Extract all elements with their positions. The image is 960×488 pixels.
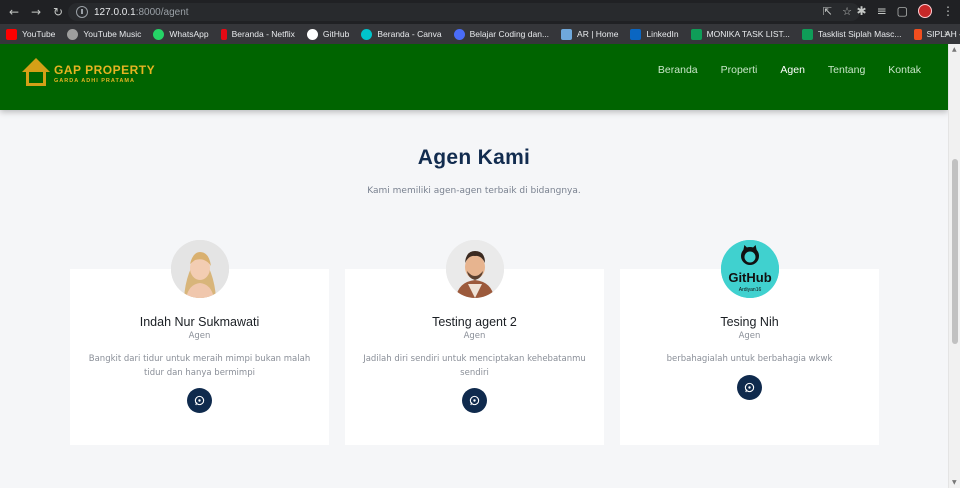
reading-list-icon[interactable]: ≡ [877,4,887,18]
back-arrow-icon[interactable]: ← [6,4,22,20]
github-logo-text: GitHub [728,270,771,285]
bookmark-belajar-coding[interactable]: Belajar Coding dan... [453,28,549,40]
address-bar[interactable]: 127.0.0.1:8000/agent ⇱ ☆ [68,3,860,21]
scroll-up-icon[interactable]: ▲ [952,46,957,53]
bookmark-figma[interactable]: SIPLAH – Figma [913,28,960,40]
sheets-icon [690,28,702,40]
man-photo-icon [446,240,504,298]
agent-name: Indah Nur Sukmawati [139,315,260,329]
side-panel-icon[interactable]: ▢ [897,4,908,18]
url-text: 127.0.0.1:8000/agent [94,6,189,18]
bookmark-canva[interactable]: Beranda - Canva [361,28,442,40]
bookmark-tasklist[interactable]: Tasklist Siplah Masc... [801,28,902,40]
bookmark-youtube[interactable]: YouTube [6,28,55,40]
bookmark-whatsapp[interactable]: WhatsApp [153,28,209,40]
github-icon [306,28,318,40]
agent-photo [446,240,504,298]
reload-icon[interactable]: ↻ [50,4,66,20]
agent-role: Agen [463,331,486,341]
logo-title: GAP PROPERTY [54,62,156,77]
github-username: Ardiyan16 [739,287,762,293]
menu-kebab-icon[interactable]: ⋮ [942,4,954,18]
bookmark-monika[interactable]: MONIKA TASK LIST... [690,28,790,40]
agent-name: Testing agent 2 [432,315,517,329]
page-viewport: GAP PROPERTY GARDA ADHI PRATAMA Beranda … [0,44,948,488]
netflix-icon [220,28,227,40]
whatsapp-button[interactable] [737,375,762,400]
sheets-icon [801,28,813,40]
agent-name: Tesing Nih [720,315,779,329]
linkedin-icon [630,28,642,40]
extensions-icon[interactable]: ✱ [857,4,867,18]
nav-beranda[interactable]: Beranda [658,64,698,76]
bookmarks-bar: YouTube YouTube Music WhatsApp Beranda -… [0,24,960,44]
bookmark-linkedin[interactable]: LinkedIn [630,28,679,40]
agent-photo [171,240,229,298]
nav-kontak[interactable]: Kontak [888,64,921,76]
bookmark-netflix[interactable]: Beranda - Netflix [220,28,295,40]
whatsapp-icon [469,395,480,406]
page-scrollbar[interactable]: ▲ ▼ [948,44,960,488]
agent-bio: Jadilah diri sendiri untuk menciptakan k… [363,354,586,378]
page-title: Agen Kami [417,146,531,169]
nav-agen[interactable]: Agen [780,64,805,76]
profile-avatar[interactable] [918,4,932,18]
bookmark-youtube-music[interactable]: YouTube Music [67,28,141,40]
whatsapp-icon [744,382,755,393]
whatsapp-icon [194,395,205,406]
main-nav: Beranda Properti Agen Tentang Kontak [658,64,921,76]
star-icon[interactable]: ☆ [842,5,852,18]
ar-icon [561,28,573,40]
woman-photo-icon [171,240,229,298]
agent-role: Agen [188,331,211,341]
house-logo-icon [22,58,50,88]
agent-photo: GitHub Ardiyan16 [721,240,779,298]
dicoding-icon [453,28,465,40]
site-header: GAP PROPERTY GARDA ADHI PRATAMA Beranda … [0,44,948,110]
nav-properti[interactable]: Properti [721,64,758,76]
whatsapp-button[interactable] [187,388,212,413]
agent-bio: Bangkit dari tidur untuk meraih mimpi bu… [88,354,311,378]
nav-tentang[interactable]: Tentang [828,64,865,76]
browser-toolbar: ← → ↻ 127.0.0.1:8000/agent ⇱ ☆ ✱ ≡ ▢ ⋮ [0,0,960,24]
figma-icon [913,28,922,40]
logo-subtitle: GARDA ADHI PRATAMA [54,77,135,84]
agent-bio: berbahagialah untuk berbahagia wkwk [666,354,833,364]
whatsapp-button[interactable] [462,388,487,413]
bookmarks-overflow-icon[interactable]: » [944,28,950,39]
youtube-music-icon [67,28,79,40]
site-logo[interactable]: GAP PROPERTY GARDA ADHI PRATAMA [22,58,155,88]
scrollbar-thumb[interactable] [952,159,958,344]
whatsapp-icon [153,28,165,40]
github-logo-icon: GitHub Ardiyan16 [721,240,779,298]
agent-role: Agen [738,331,761,341]
bookmark-github[interactable]: GitHub [306,28,349,40]
forward-arrow-icon[interactable]: → [28,4,44,20]
share-icon[interactable]: ⇱ [823,5,832,18]
scroll-down-icon[interactable]: ▼ [952,479,957,486]
bookmark-ar-home[interactable]: AR | Home [561,28,618,40]
page-subtitle: Kami memiliki agen-agen terbaik di bidan… [367,186,581,196]
canva-icon [361,28,373,40]
youtube-icon [6,28,17,40]
info-icon[interactable] [76,6,88,18]
